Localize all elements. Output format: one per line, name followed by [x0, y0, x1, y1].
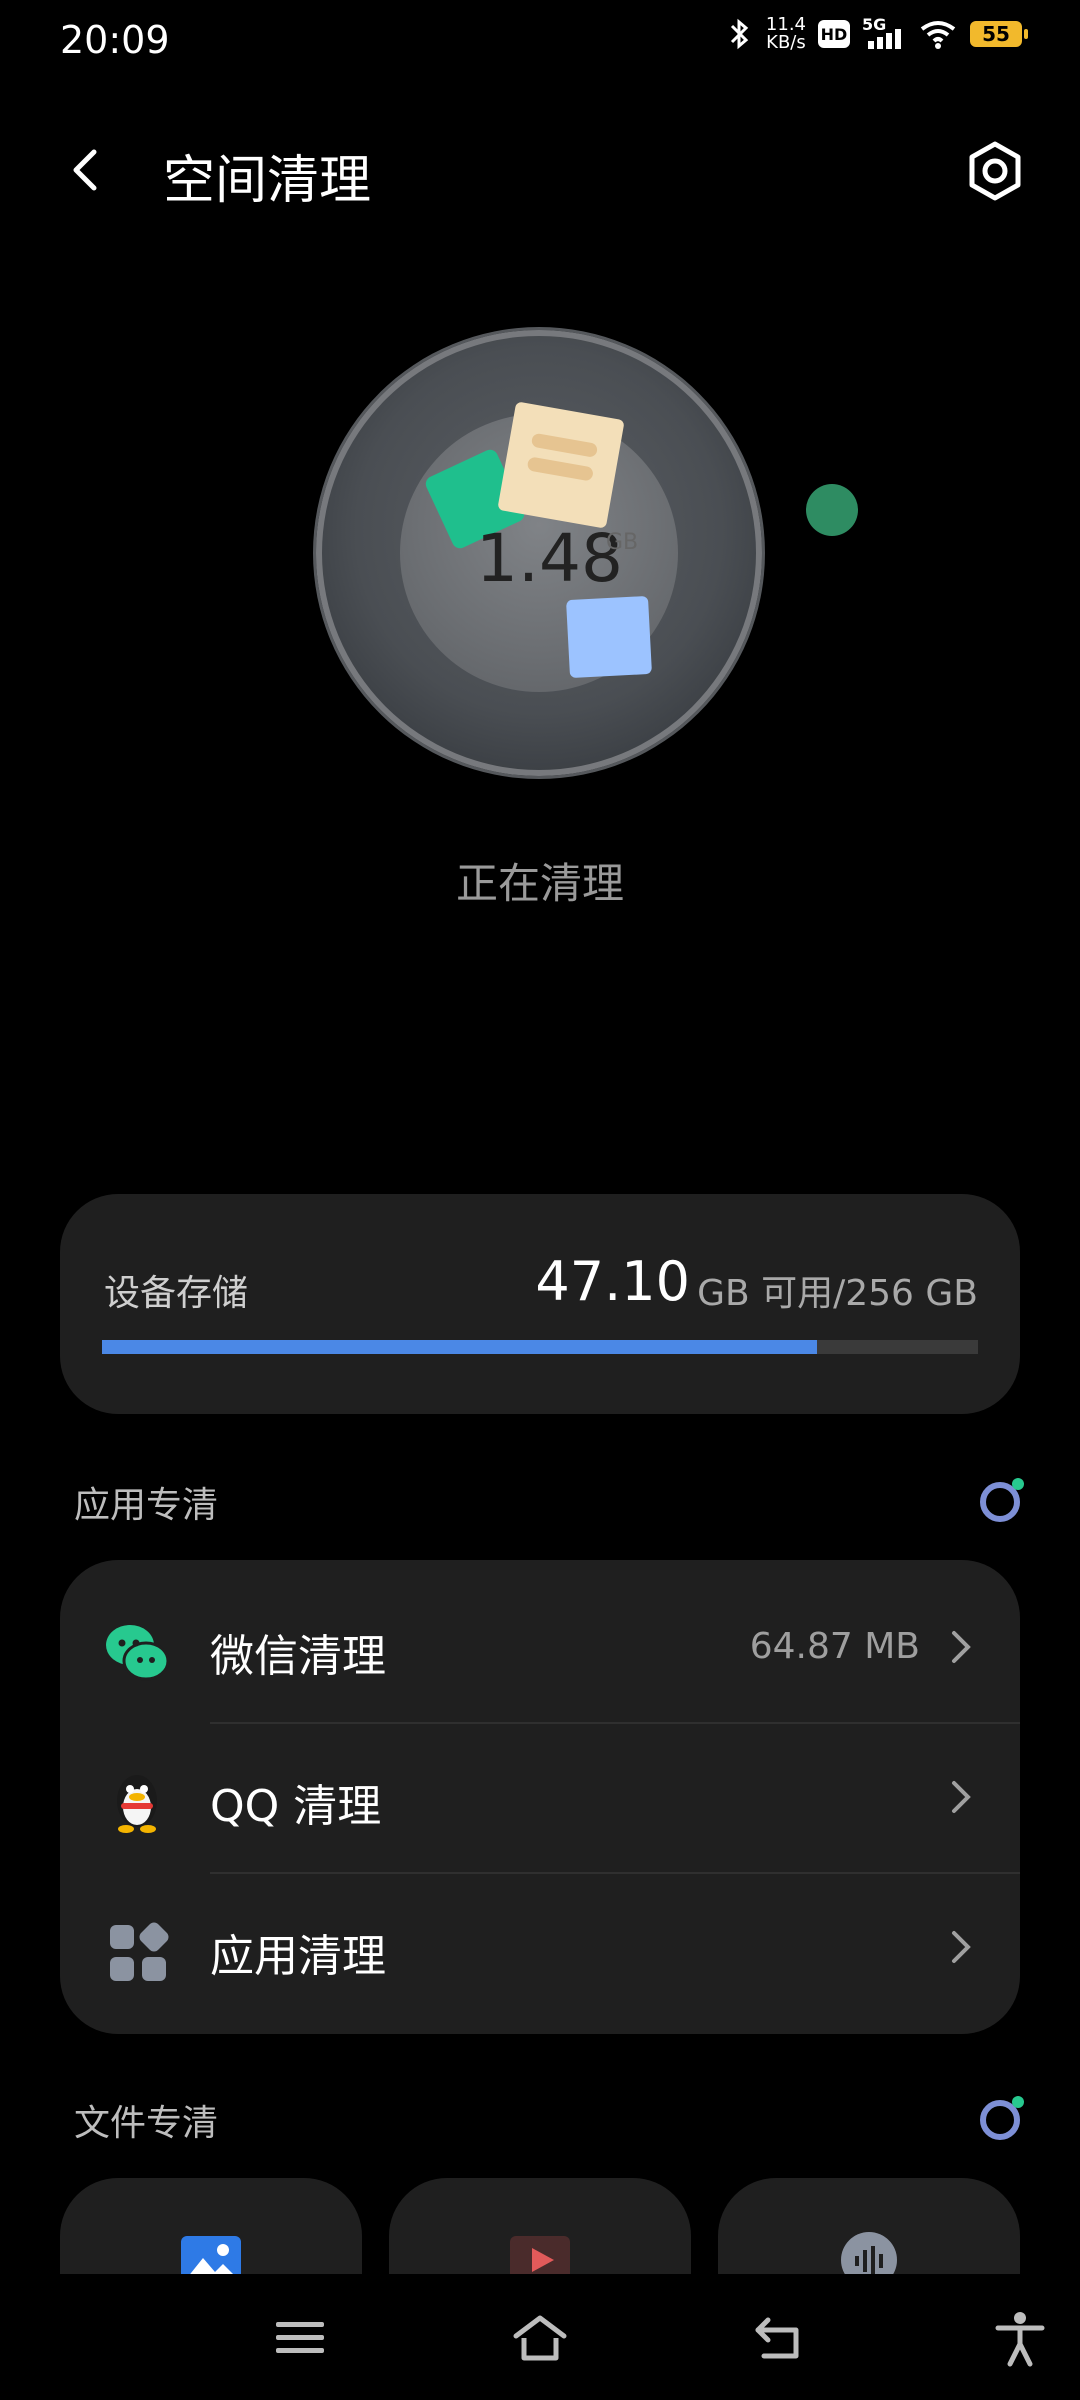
chevron-left-icon[interactable] [60, 142, 116, 198]
device-storage-card[interactable]: 设备存储 47.10 GB 可用/256 GB [60, 1194, 1020, 1414]
status-time: 20:09 [60, 18, 170, 62]
app-clean-row[interactable]: 应用清理 [60, 1872, 1020, 2022]
status-icons: 11.4 KB/s HD 5G 55 [724, 15, 1028, 52]
wechat-clean-row[interactable]: 微信清理 64.87 MB [60, 1572, 1020, 1722]
apps-cleaning-card: 微信清理 64.87 MB QQ 清理 应用清理 [60, 1560, 1020, 2034]
hd-badge: HD [818, 20, 850, 48]
network-speed: 11.4 KB/s [766, 16, 806, 52]
cleaned-unit: GB [606, 530, 639, 555]
section-ring-icon [980, 1478, 1024, 1522]
cleaning-status: 正在清理 [455, 859, 624, 908]
files-cards-row [60, 2178, 1020, 2298]
home-icon[interactable] [510, 2308, 570, 2368]
status-bar: 20:09 11.4 KB/s HD 5G 55 [0, 0, 1080, 80]
signal-icon [868, 29, 901, 49]
accessibility-icon[interactable] [990, 2308, 1050, 2368]
wechat-clean-size: 64.87 MB [749, 1626, 920, 1667]
battery-indicator: 55 [970, 21, 1028, 47]
signal-5g: 5G [862, 15, 906, 51]
document-icon [497, 401, 625, 529]
apps-grid-icon [110, 1922, 169, 1981]
app-clean-label: 应用清理 [210, 1931, 386, 1982]
chevron-right-icon [952, 1931, 971, 1963]
wechat-icon [106, 1625, 170, 1681]
qq-clean-label: QQ 清理 [210, 1781, 382, 1832]
storage-available: 47.10 [535, 1250, 690, 1313]
bluetooth-icon [730, 18, 749, 50]
navigation-bar [0, 2274, 1080, 2400]
cleaning-bowl: 1.48 GB [316, 330, 762, 776]
cleaned-amount: 1.48 [476, 520, 623, 597]
app-header: 空间清理 [0, 120, 1080, 220]
back-icon[interactable] [750, 2308, 810, 2368]
chevron-right-icon [952, 1781, 971, 1813]
page-title: 空间清理 [163, 151, 372, 211]
cleaning-hero: 1.48 GB 正在清理 [0, 320, 1080, 908]
qq-clean-row[interactable]: QQ 清理 [60, 1722, 1020, 1872]
qq-icon [117, 1775, 157, 1833]
menu-icon[interactable] [270, 2308, 330, 2368]
apps-section-title: 应用专清 [74, 1485, 219, 1526]
network-speed-unit: KB/s [766, 32, 806, 53]
settings-hexagon-icon[interactable] [960, 136, 1030, 206]
green-particle [806, 484, 858, 536]
section-ring-icon [980, 2096, 1024, 2140]
chevron-right-icon [952, 1631, 971, 1663]
blue-file-icon [566, 595, 652, 679]
storage-progress-fill [102, 1340, 817, 1354]
files-section-title: 文件专清 [74, 2103, 219, 2144]
storage-progress-track [102, 1340, 978, 1354]
wifi-icon [920, 21, 956, 49]
storage-unit-text: GB 可用/256 GB [697, 1273, 978, 1314]
storage-label: 设备存储 [104, 1273, 249, 1314]
wechat-clean-label: 微信清理 [210, 1631, 386, 1682]
